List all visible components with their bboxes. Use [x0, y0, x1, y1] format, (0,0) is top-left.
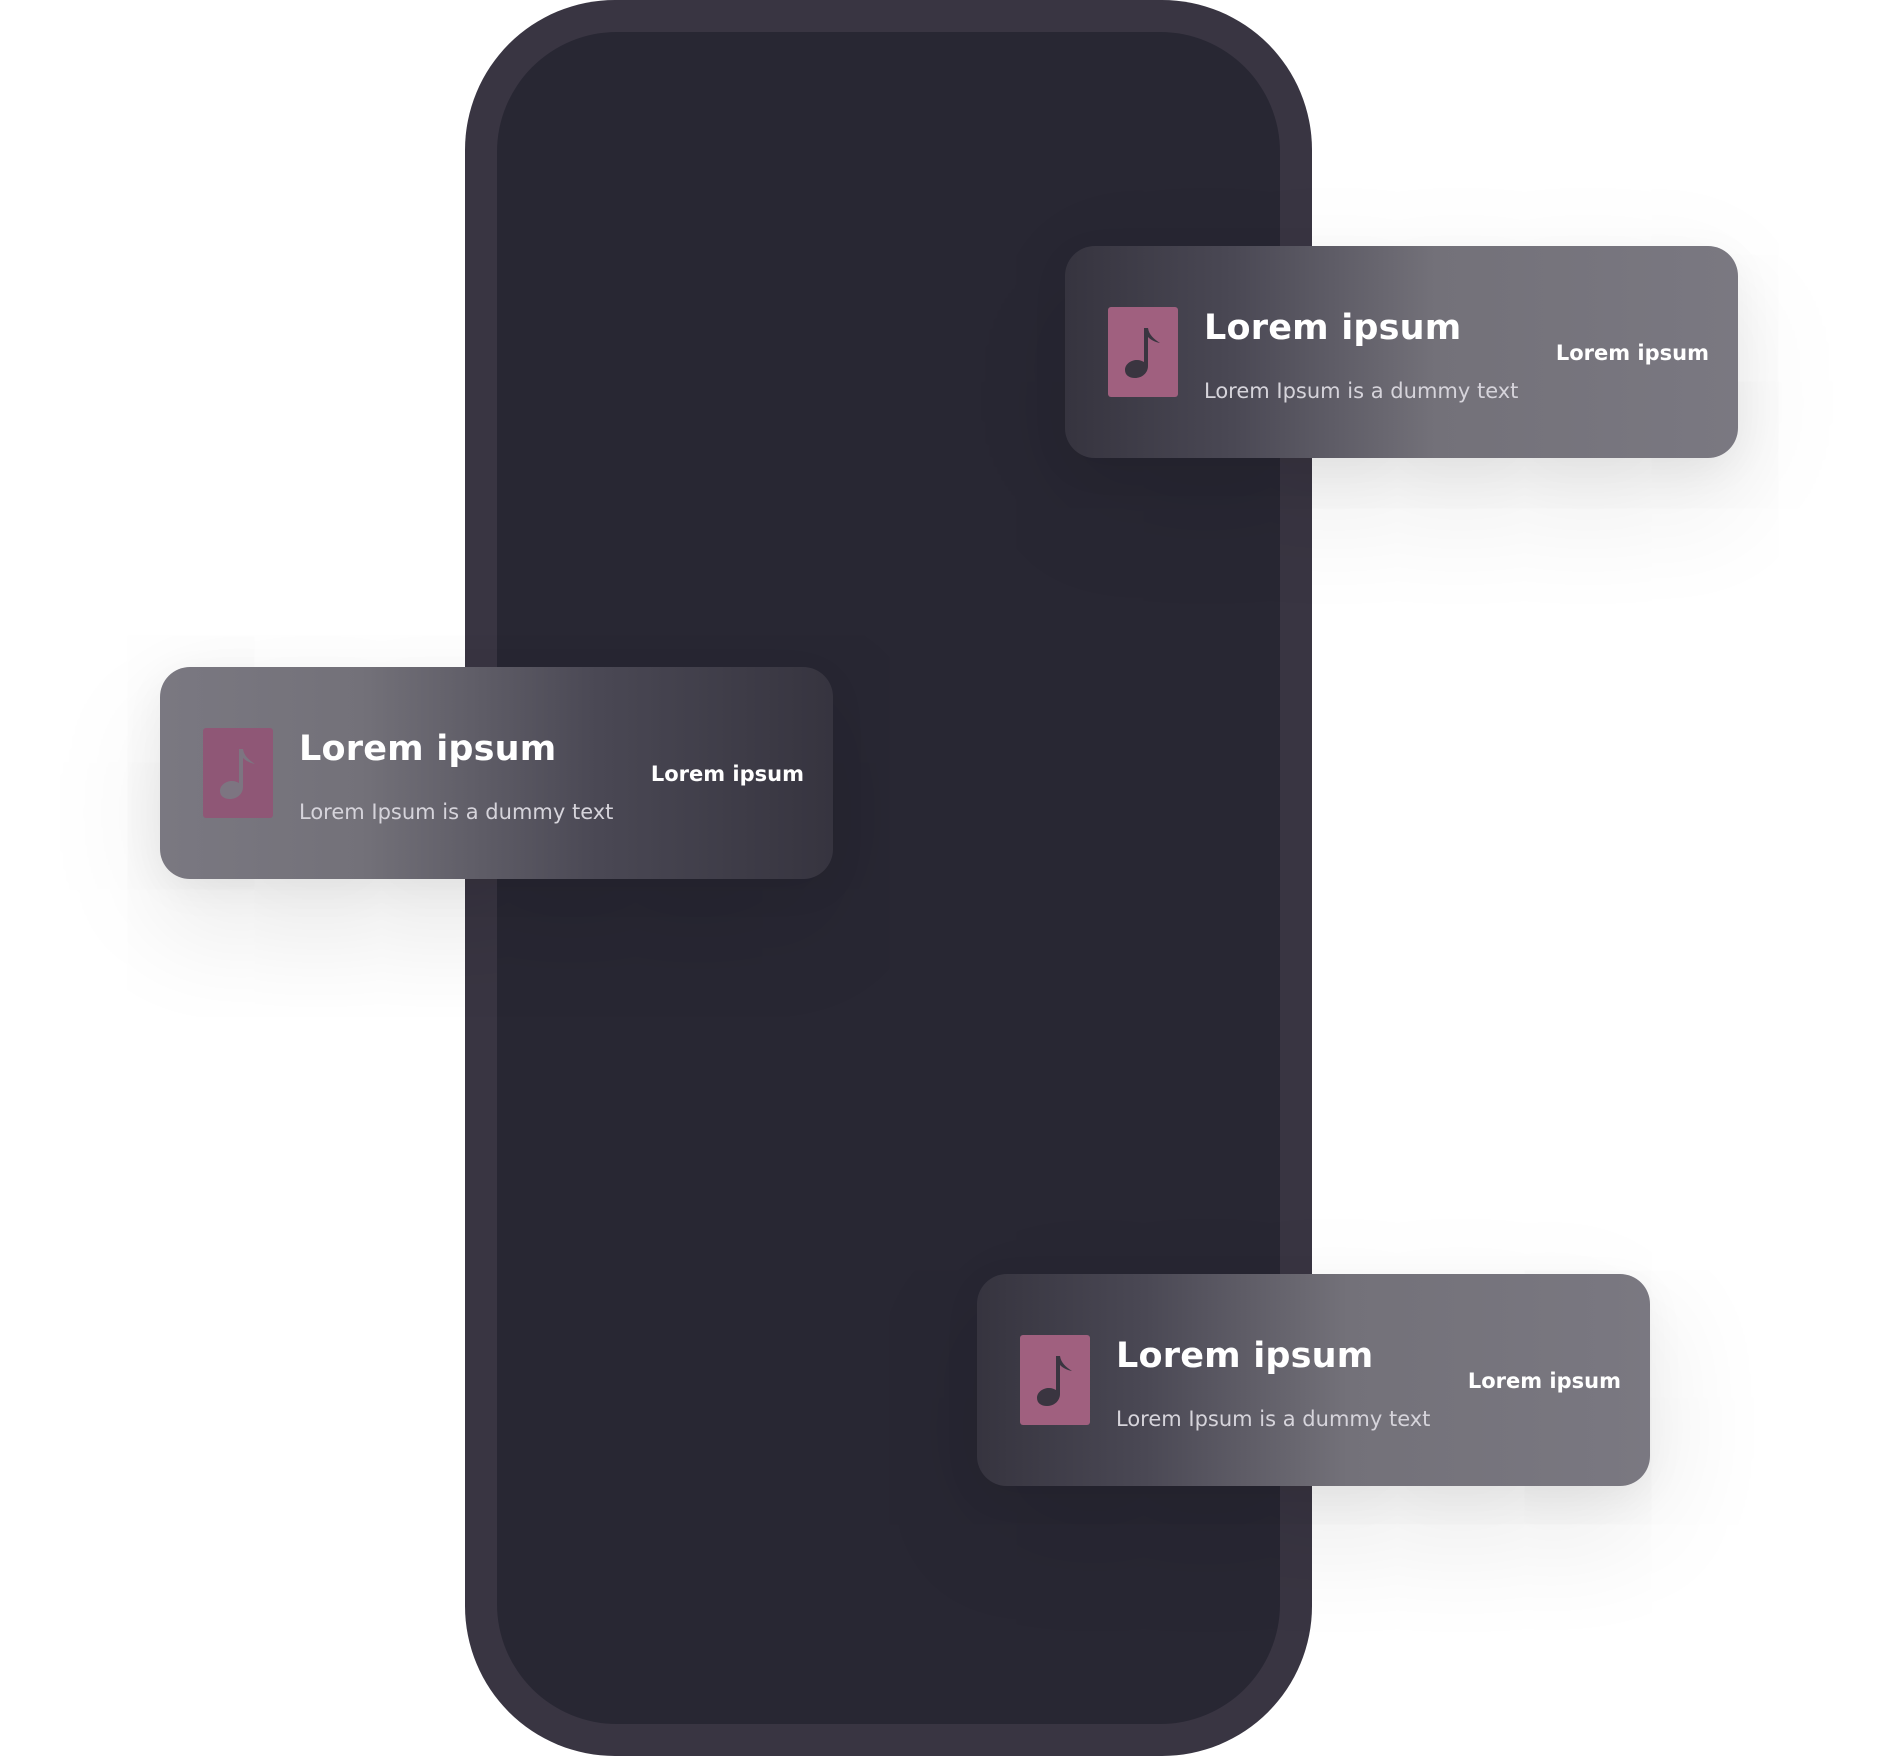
notification-title: Lorem ipsum: [1116, 1336, 1374, 1376]
notification-action-button[interactable]: Lorem ipsum: [651, 762, 804, 786]
notification-title: Lorem ipsum: [1204, 308, 1462, 348]
notification-card[interactable]: Lorem ipsum Lorem Ipsum is a dummy text …: [160, 667, 833, 879]
notification-card[interactable]: Lorem ipsum Lorem Ipsum is a dummy text …: [1065, 246, 1738, 458]
music-note-icon: [1108, 307, 1178, 397]
music-note-icon: [1020, 1335, 1090, 1425]
notification-action-button[interactable]: Lorem ipsum: [1468, 1369, 1621, 1393]
notification-description: Lorem Ipsum is a dummy text: [1204, 379, 1519, 403]
notification-title: Lorem ipsum: [299, 729, 557, 769]
music-note-icon: [203, 728, 273, 818]
notification-description: Lorem Ipsum is a dummy text: [299, 800, 614, 824]
notification-description: Lorem Ipsum is a dummy text: [1116, 1407, 1431, 1431]
notification-card[interactable]: Lorem ipsum Lorem Ipsum is a dummy text …: [977, 1274, 1650, 1486]
notification-action-button[interactable]: Lorem ipsum: [1556, 341, 1709, 365]
